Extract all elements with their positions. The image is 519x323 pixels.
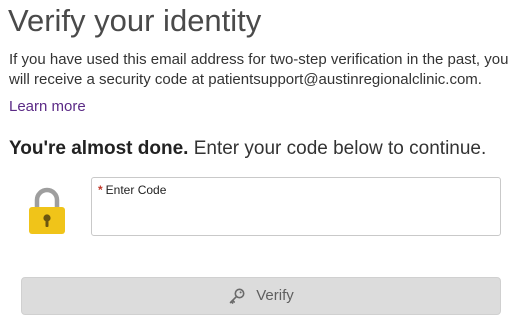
learn-more-link[interactable]: Learn more bbox=[9, 97, 86, 117]
code-field-label: * Enter Code bbox=[98, 183, 166, 197]
intro-text: If you have used this email address for … bbox=[9, 51, 509, 88]
instruction-strong: You're almost done. bbox=[9, 138, 189, 159]
lock-icon bbox=[29, 187, 65, 234]
code-input[interactable] bbox=[98, 202, 492, 228]
verify-button-label: Verify bbox=[256, 287, 294, 304]
required-marker: * bbox=[98, 183, 103, 197]
key-icon bbox=[229, 288, 245, 304]
code-field-label-text: Enter Code bbox=[105, 183, 167, 197]
code-field[interactable]: * Enter Code bbox=[91, 177, 501, 236]
verify-button[interactable]: Verify bbox=[21, 277, 501, 315]
page-title: Verify your identity bbox=[8, 3, 262, 38]
instruction-rest: Enter your code below to continue. bbox=[188, 138, 487, 159]
instruction-text: You're almost done. Enter your code belo… bbox=[9, 137, 486, 161]
